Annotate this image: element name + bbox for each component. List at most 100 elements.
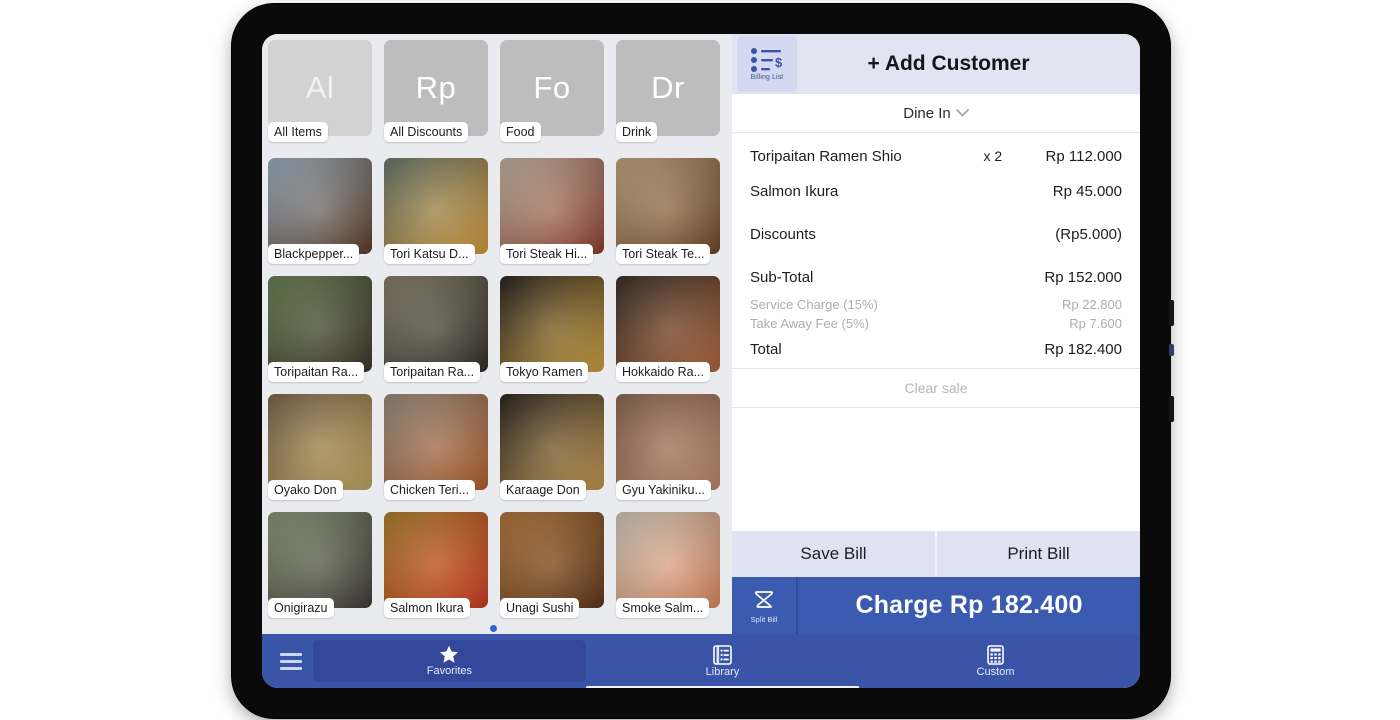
- add-customer-button[interactable]: + Add Customer: [797, 52, 1140, 76]
- product-label: Toripaitan Ra...: [268, 362, 365, 382]
- active-tab-underline: [585, 686, 859, 688]
- order-line-item[interactable]: Salmon Ikura Rp 45.000: [750, 174, 1122, 209]
- product-tile[interactable]: Tori Steak Hi...: [500, 158, 608, 276]
- hamburger-bar: [280, 652, 303, 656]
- product-label: Tori Steak Te...: [616, 244, 711, 264]
- product-tile[interactable]: Chicken Teri...: [384, 394, 492, 512]
- billing-list-button[interactable]: $ Billing List: [737, 36, 797, 92]
- product-image: [268, 158, 372, 254]
- product-grid: Blackpepper... Tori Katsu D... Tori Steak …: [268, 158, 732, 630]
- product-label: Tori Steak Hi...: [500, 244, 594, 264]
- product-thumb: [384, 276, 488, 372]
- subtotal-label: Sub-Total: [750, 269, 814, 286]
- product-tile[interactable]: Toripaitan Ra...: [384, 276, 492, 394]
- star-icon: [440, 645, 459, 663]
- category-tile-all-items[interactable]: Al All Items: [268, 40, 376, 158]
- product-image: [616, 158, 720, 254]
- product-tile[interactable]: Tori Katsu D...: [384, 158, 492, 276]
- line-item-name: Discounts: [750, 226, 816, 243]
- product-tile[interactable]: Blackpepper...: [268, 158, 376, 276]
- line-item-name: Salmon Ikura: [750, 183, 839, 200]
- fee-label: Take Away Fee (5%): [750, 316, 869, 331]
- product-image: [500, 394, 604, 490]
- tablet-screen: Al All Items Rp All Discounts Fo Food Dr…: [262, 34, 1140, 688]
- order-empty-space: [732, 408, 1140, 531]
- product-label: Toripaitan Ra...: [384, 362, 481, 382]
- product-image: [268, 394, 372, 490]
- order-fee-row: Service Charge (15%) Rp 22.800: [750, 295, 1122, 314]
- product-tile[interactable]: Tori Steak Te...: [616, 158, 724, 276]
- split-bill-label: Split Bill: [750, 615, 778, 624]
- product-label: Tori Katsu D...: [384, 244, 475, 264]
- product-tile[interactable]: Onigirazu: [268, 512, 376, 630]
- fee-amount: Rp 7.600: [1069, 316, 1122, 331]
- product-image: [616, 276, 720, 372]
- hamburger-menu-icon[interactable]: [270, 639, 313, 683]
- order-type-dropdown[interactable]: Dine In: [732, 94, 1140, 133]
- split-bill-button[interactable]: Split Bill: [732, 577, 798, 634]
- product-tile[interactable]: Karaage Don: [500, 394, 608, 512]
- product-label: Chicken Teri...: [384, 480, 475, 500]
- order-total-row: Total Rp 182.400: [750, 333, 1122, 368]
- product-tile[interactable]: Tokyo Ramen: [500, 276, 608, 394]
- product-tile[interactable]: Hokkaido Ra...: [616, 276, 724, 394]
- clear-sale-row: Clear sale: [732, 368, 1140, 408]
- billing-list-icon: $: [751, 48, 783, 72]
- product-thumb: [616, 276, 720, 372]
- order-panel: $ Billing List + Add Customer Dine In To…: [732, 34, 1140, 634]
- product-image: [384, 512, 488, 608]
- save-bill-button[interactable]: Save Bill: [732, 531, 935, 577]
- line-item-qty: x 2: [983, 148, 1003, 164]
- product-thumb: [616, 512, 720, 608]
- product-thumb: [268, 394, 372, 490]
- category-label: Drink: [616, 122, 658, 142]
- product-thumb: [384, 512, 488, 608]
- category-tile-food[interactable]: Fo Food: [500, 40, 608, 158]
- order-subtotal-row: Sub-Total Rp 152.000: [750, 260, 1122, 295]
- split-bill-icon: [755, 591, 773, 608]
- product-tile[interactable]: Oyako Don: [268, 394, 376, 512]
- tab-favorites[interactable]: Favorites: [312, 640, 586, 682]
- category-label: Food: [500, 122, 541, 142]
- page-dot[interactable]: [489, 625, 497, 632]
- order-line-discounts[interactable]: Discounts (Rp5.000): [750, 217, 1122, 252]
- product-tile[interactable]: Toripaitan Ra...: [268, 276, 376, 394]
- product-label: Unagi Sushi: [500, 598, 580, 618]
- tablet-side-button-top[interactable]: [1169, 300, 1174, 326]
- product-thumb: [616, 158, 720, 254]
- line-item-amount: Rp 45.000: [1052, 183, 1122, 200]
- product-label: Smoke Salm...: [616, 598, 710, 618]
- tablet-side-button-bottom[interactable]: [1169, 396, 1174, 422]
- product-tile[interactable]: Salmon Ikura: [384, 512, 492, 630]
- product-tile[interactable]: Smoke Salm...: [616, 512, 724, 630]
- product-image: [384, 394, 488, 490]
- category-tile-all-discounts[interactable]: Rp All Discounts: [384, 40, 492, 158]
- hamburger-bar: [280, 666, 303, 670]
- product-thumb: [616, 394, 720, 490]
- tab-custom[interactable]: Custom: [859, 640, 1132, 682]
- product-tile[interactable]: Gyu Yakiniku...: [616, 394, 724, 512]
- charge-button[interactable]: Charge Rp 182.400: [798, 577, 1140, 634]
- total-label: Total: [750, 341, 782, 358]
- line-item-amount: (Rp5.000): [1055, 226, 1122, 243]
- order-line-item[interactable]: Toripaitan Ramen Shio x 2 Rp 112.000: [750, 139, 1122, 174]
- product-row: Toripaitan Ra... Toripaitan Ra... Tokyo Ra…: [268, 276, 732, 394]
- tab-label: Library: [705, 665, 740, 678]
- clear-sale-button[interactable]: Clear sale: [904, 380, 967, 396]
- fee-amount: Rp 22.800: [1062, 297, 1122, 312]
- product-row: Blackpepper... Tori Katsu D... Tori Steak …: [268, 158, 732, 276]
- product-image: [268, 512, 372, 608]
- product-thumb: [500, 158, 604, 254]
- category-label: All Items: [268, 122, 328, 142]
- line-item-amount: Rp 112.000: [1045, 148, 1122, 165]
- fee-label: Service Charge (15%): [750, 297, 878, 312]
- tab-library[interactable]: Library: [585, 640, 859, 688]
- category-tile-drink[interactable]: Dr Drink: [616, 40, 724, 158]
- charge-row: Split Bill Charge Rp 182.400: [732, 577, 1140, 634]
- print-bill-button[interactable]: Print Bill: [937, 531, 1140, 577]
- category-row: Al All Items Rp All Discounts Fo Food Dr…: [268, 40, 732, 158]
- product-thumb: [500, 276, 604, 372]
- product-label: Gyu Yakiniku...: [616, 480, 711, 500]
- list-icon: [713, 644, 732, 665]
- product-tile[interactable]: Unagi Sushi: [500, 512, 608, 630]
